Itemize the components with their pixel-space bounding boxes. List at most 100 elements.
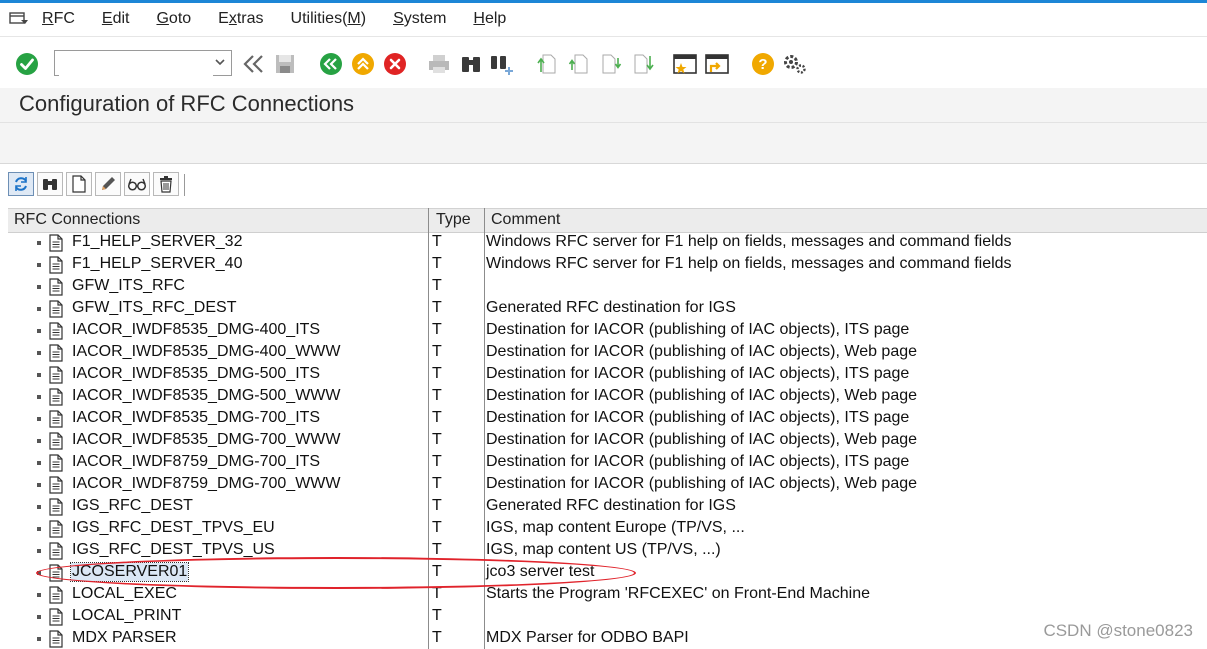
print-icon[interactable] xyxy=(426,51,452,77)
connection-name[interactable]: LOCAL_PRINT xyxy=(72,607,181,625)
find-connection-button[interactable] xyxy=(37,172,63,196)
svg-text:?: ? xyxy=(758,56,767,73)
connection-comment: IGS, map content US (TP/VS, ...) xyxy=(486,541,721,558)
table-row[interactable]: F1_HELP_SERVER_40 T Windows RFC server for… xyxy=(8,254,1207,276)
connection-name[interactable]: IACOR_IWDF8535_DMG-500_WWW xyxy=(72,387,341,405)
connection-comment: Generated RFC destination for IGS xyxy=(486,497,736,514)
menu-utilities[interactable]: Utilities(M) xyxy=(291,10,367,28)
table-row[interactable]: IACOR_IWDF8535_DMG-700_ITS T Destination f… xyxy=(8,408,1207,430)
table-row[interactable]: IACOR_IWDF8535_DMG-500_ITS T Destination f… xyxy=(8,364,1207,386)
first-page-icon[interactable] xyxy=(534,51,560,77)
tree-bullet xyxy=(37,307,41,311)
connection-comment: MDX Parser for ODBO BAPI xyxy=(486,629,689,646)
table-row[interactable]: GFW_ITS_RFC T xyxy=(8,276,1207,298)
tree-bullet xyxy=(37,615,41,619)
table-row[interactable]: IACOR_IWDF8759_DMG-700_ITS T Destination f… xyxy=(8,452,1207,474)
page-title: Configuration of RFC Connections xyxy=(19,91,355,116)
cancel-icon[interactable] xyxy=(382,51,408,77)
command-field[interactable] xyxy=(54,50,232,76)
shortcut-icon[interactable] xyxy=(704,51,730,77)
table-row[interactable]: IGS_RFC_DEST T Generated RFC destination f… xyxy=(8,496,1207,518)
connection-name[interactable]: IACOR_IWDF8535_DMG-500_ITS xyxy=(72,365,320,383)
menu-help[interactable]: Help xyxy=(473,10,506,28)
connection-name[interactable]: IACOR_IWDF8535_DMG-700_ITS xyxy=(72,409,320,427)
create-session-icon[interactable] xyxy=(672,51,698,77)
toolbar-separator xyxy=(184,174,185,196)
connection-name[interactable]: IACOR_IWDF8759_DMG-700_WWW xyxy=(72,475,341,493)
table-row[interactable]: IGS_RFC_DEST_TPVS_US T IGS, map content US… xyxy=(8,540,1207,562)
table-row[interactable]: LOCAL_PRINT T xyxy=(8,606,1207,628)
tree-bullet xyxy=(37,395,41,399)
tree-bullet xyxy=(37,417,41,421)
table-row[interactable]: IACOR_IWDF8535_DMG-400_WWW T Destination f… xyxy=(8,342,1207,364)
refresh-icon xyxy=(15,177,27,191)
system-menu-icon[interactable] xyxy=(9,11,29,27)
connection-name[interactable]: JCOSERVER01 xyxy=(69,562,190,582)
table-row[interactable]: IACOR_IWDF8759_DMG-700_WWW T Destination f… xyxy=(8,474,1207,496)
connection-name[interactable]: LOCAL_EXEC xyxy=(72,585,177,603)
exit-icon[interactable] xyxy=(350,51,376,77)
connection-type: T xyxy=(432,541,442,558)
table-row[interactable]: JCOSERVER01 Tjco3 server test xyxy=(8,562,1207,584)
connection-name[interactable]: IGS_RFC_DEST xyxy=(72,497,193,515)
table-row[interactable]: MDX PARSER T MDX Parser for ODBO BAPI xyxy=(8,628,1207,649)
menu-system[interactable]: System xyxy=(393,10,446,28)
connection-name[interactable]: IACOR_IWDF8535_DMG-400_ITS xyxy=(72,321,320,339)
table-row[interactable]: IACOR_IWDF8535_DMG-700_WWW T Destination f… xyxy=(8,430,1207,452)
connection-name[interactable]: MDX PARSER xyxy=(72,629,177,647)
table-row[interactable]: LOCAL_EXEC T Starts the Program 'RFCEXEC' … xyxy=(8,584,1207,606)
connection-comment: IGS, map content Europe (TP/VS, ... xyxy=(486,519,745,536)
delete-connection-button[interactable] xyxy=(153,172,179,196)
menu-extras[interactable]: Extras xyxy=(218,10,263,28)
connection-name[interactable]: F1_HELP_SERVER_40 xyxy=(72,255,242,273)
tree-bullet xyxy=(37,593,41,597)
tree-bullet xyxy=(37,329,41,333)
previous-page-icon[interactable] xyxy=(566,51,592,77)
enter-icon[interactable] xyxy=(14,51,40,77)
find-icon[interactable] xyxy=(458,51,484,77)
column-header-type[interactable]: Type xyxy=(436,211,471,229)
connection-name[interactable]: GFW_ITS_RFC xyxy=(72,277,185,295)
connection-name[interactable]: IACOR_IWDF8535_DMG-700_WWW xyxy=(72,431,341,449)
display-connection-button[interactable] xyxy=(124,172,150,196)
tree-bullet xyxy=(37,549,41,553)
save-icon[interactable] xyxy=(272,51,298,77)
table-row[interactable]: IACOR_IWDF8535_DMG-500_WWW T Destination f… xyxy=(8,386,1207,408)
connection-comment: Destination for IACOR (publishing of IAC… xyxy=(486,343,918,360)
change-connection-button[interactable] xyxy=(95,172,121,196)
back-icon[interactable] xyxy=(318,51,344,77)
connection-name[interactable]: GFW_ITS_RFC_DEST xyxy=(72,299,236,317)
last-page-icon[interactable] xyxy=(630,51,656,77)
menu-goto[interactable]: Goto xyxy=(156,10,191,28)
tree-toolbar xyxy=(8,172,185,200)
command-input[interactable] xyxy=(59,52,213,76)
tree-bullet xyxy=(37,241,41,245)
menu-edit[interactable]: Edit xyxy=(102,10,130,28)
tree-bullet xyxy=(37,373,41,377)
connection-name[interactable]: IACOR_IWDF8759_DMG-700_ITS xyxy=(72,453,320,471)
table-row[interactable]: IACOR_IWDF8535_DMG-400_ITS T Destination f… xyxy=(8,320,1207,342)
back-double-icon[interactable] xyxy=(241,51,267,77)
find-next-icon[interactable] xyxy=(489,51,515,77)
table-header: RFC Connections Type Comment xyxy=(8,208,1207,233)
settings-icon[interactable] xyxy=(782,51,808,77)
create-connection-button[interactable] xyxy=(66,172,92,196)
column-header-rfc-connections[interactable]: RFC Connections xyxy=(14,211,140,229)
column-header-comment[interactable]: Comment xyxy=(491,211,560,229)
table-row[interactable]: F1_HELP_SERVER_32 T Windows RFC server for… xyxy=(8,232,1207,254)
connection-name[interactable]: F1_HELP_SERVER_32 xyxy=(72,233,242,251)
connection-type: T xyxy=(432,387,442,404)
table-row[interactable]: IGS_RFC_DEST_TPVS_EU T IGS, map content Eu… xyxy=(8,518,1207,540)
connection-comment: jco3 server test xyxy=(486,563,595,580)
chevron-down-icon[interactable] xyxy=(213,55,227,74)
connection-name[interactable]: IGS_RFC_DEST_TPVS_US xyxy=(72,541,275,559)
menu-rfc[interactable]: RFC xyxy=(42,10,75,28)
refresh-tree-button[interactable] xyxy=(8,172,34,196)
next-page-icon[interactable] xyxy=(598,51,624,77)
connection-name[interactable]: IGS_RFC_DEST_TPVS_EU xyxy=(72,519,275,537)
table-row[interactable]: GFW_ITS_RFC_DEST T Generated RFC destinati… xyxy=(8,298,1207,320)
help-icon[interactable]: ? xyxy=(750,51,776,77)
tree-bullet xyxy=(37,527,41,531)
connection-name[interactable]: IACOR_IWDF8535_DMG-400_WWW xyxy=(72,343,341,361)
connection-comment: Destination for IACOR (publishing of IAC… xyxy=(486,365,910,382)
